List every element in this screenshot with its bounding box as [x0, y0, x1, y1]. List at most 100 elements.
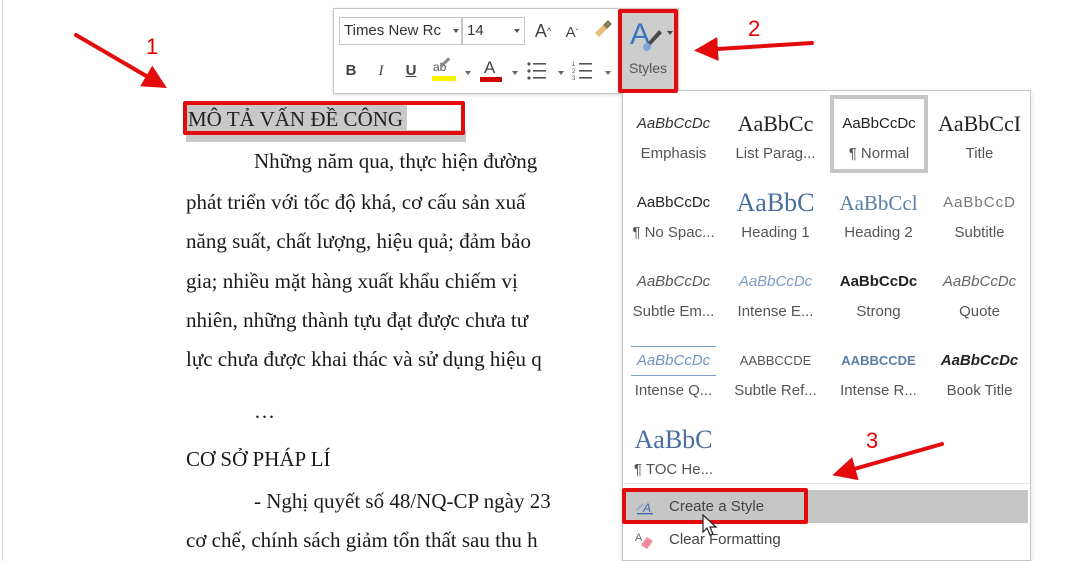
- style-preview: AaBbCcDc: [738, 273, 813, 290]
- style-preview: AaBbCcI: [937, 111, 1022, 136]
- style-book-title[interactable]: AaBbCcDc Book Title: [931, 332, 1028, 407]
- style-preview: AaBbCcDc: [636, 115, 711, 132]
- legal-line: - Nghị quyết số 48/NQ-CP ngày 23: [254, 489, 551, 513]
- bold-button[interactable]: B: [342, 61, 360, 81]
- svg-text:1: 1: [572, 62, 576, 68]
- chevron-down-icon[interactable]: [465, 71, 471, 75]
- style-toc-heading[interactable]: AaBbC ¶ TOC He...: [625, 411, 722, 486]
- style-heading-1[interactable]: AaBbC Heading 1: [727, 174, 824, 249]
- shrink-font-button[interactable]: Aˇ: [561, 23, 583, 43]
- style-intense-quote[interactable]: AaBbCcDc Intense Q...: [625, 332, 722, 407]
- highlight-button[interactable]: ab: [431, 57, 457, 83]
- style-name: Intense Q...: [634, 382, 713, 399]
- style-name: List Parag...: [735, 145, 816, 162]
- paragraph-line: nhiên, những thành tựu đạt được chưa tư: [186, 308, 529, 332]
- svg-text:2: 2: [572, 69, 576, 75]
- font-color-swatch: [480, 77, 502, 82]
- annotation-number-2: 2: [748, 16, 761, 41]
- style-intense-reference[interactable]: AABBCCDE Intense R...: [830, 332, 927, 407]
- style-preview: AaBbC: [736, 188, 815, 217]
- annotation-box-styles: [618, 9, 678, 93]
- page-left-border: [2, 0, 3, 561]
- chevron-down-icon[interactable]: [605, 71, 611, 75]
- clear-formatting-label: Clear Formatting: [669, 531, 781, 548]
- style-name: Title: [965, 145, 994, 162]
- italic-button[interactable]: I: [372, 61, 390, 81]
- style-name: Book Title: [946, 382, 1013, 399]
- style-preview: AaBbCcl: [839, 191, 918, 215]
- format-painter-button[interactable]: [590, 19, 614, 43]
- chevron-down-icon[interactable]: [514, 29, 520, 33]
- legal-line: cơ chế, chính sách giảm tổn thất sau thu…: [186, 528, 538, 552]
- grow-font-button[interactable]: A^: [532, 21, 554, 41]
- quote-rule-bottom: [631, 375, 716, 376]
- style-preview: AaBbCcDc: [636, 273, 711, 290]
- chevron-down-icon[interactable]: [512, 71, 518, 75]
- style-preview: AaBbCcDc: [839, 273, 918, 290]
- paragraph-line: gia; nhiều mặt hàng xuất khẩu chiếm vị: [186, 269, 518, 293]
- style-list-paragraph[interactable]: AaBbCc List Parag...: [727, 95, 824, 170]
- style-preview: AABBCCDE: [739, 353, 812, 368]
- style-name: Emphasis: [640, 145, 707, 162]
- clear-formatting-icon: A: [635, 532, 653, 549]
- font-color-icon: A: [484, 58, 496, 77]
- paragraph-line: lực chưa được khai thác và sử dụng hiệu …: [186, 347, 542, 371]
- style-name: Heading 2: [844, 224, 913, 241]
- style-subtle-reference[interactable]: AABBCCDE Subtle Ref...: [727, 332, 824, 407]
- svg-text:3: 3: [572, 76, 576, 82]
- highlight-color-swatch: [432, 76, 456, 81]
- style-preview: AaBbCc: [737, 111, 814, 136]
- style-name: ¶ No Spac...: [632, 224, 715, 241]
- style-title[interactable]: AaBbCcI Title: [931, 95, 1028, 170]
- style-name: ¶ Normal: [848, 145, 910, 162]
- font-color-button[interactable]: A: [479, 57, 503, 83]
- style-name: Intense E...: [737, 303, 814, 320]
- bullets-button[interactable]: [526, 59, 548, 83]
- style-strong[interactable]: AaBbCcDc Strong: [830, 253, 927, 328]
- style-preview: AaBbCcDc: [940, 352, 1019, 369]
- style-normal[interactable]: AaBbCcDc ¶ Normal: [830, 95, 928, 173]
- style-intense-emphasis[interactable]: AaBbCcDc Intense E...: [727, 253, 824, 328]
- style-name: Subtle Ref...: [734, 382, 817, 399]
- clear-formatting-menu-item[interactable]: A Clear Formatting: [625, 523, 1028, 556]
- style-preview: AaBbC: [634, 425, 713, 454]
- svg-text:A: A: [635, 532, 643, 544]
- style-no-spacing[interactable]: AaBbCcDc ¶ No Spac...: [625, 174, 722, 249]
- font-name-value: Times New Rc: [344, 22, 441, 39]
- annotation-number-3: 3: [866, 428, 879, 453]
- mouse-cursor-icon: [702, 514, 718, 536]
- grow-font-icon: A: [534, 21, 547, 41]
- style-preview: AaBbCcD: [943, 194, 1016, 211]
- bullet-list-icon: [527, 62, 546, 80]
- paragraph-line: năng suất, chất lượng, hiệu quả; đảm bảo: [186, 229, 531, 253]
- gallery-separator: [623, 483, 1030, 484]
- style-preview: AaBbCcDc: [942, 273, 1017, 290]
- style-subtle-emphasis[interactable]: AaBbCcDc Subtle Em...: [625, 253, 722, 328]
- font-name-combobox[interactable]: Times New Rc: [339, 17, 462, 45]
- annotation-number-1: 1: [146, 34, 159, 59]
- font-size-combobox[interactable]: 14: [462, 17, 525, 45]
- style-name: Subtitle: [954, 224, 1005, 241]
- style-name: Subtle Em...: [632, 303, 715, 320]
- underline-button[interactable]: U: [402, 61, 420, 81]
- style-name: Quote: [959, 303, 1000, 320]
- format-painter-icon: [595, 20, 612, 37]
- style-name: Strong: [856, 303, 901, 320]
- style-subtitle[interactable]: AaBbCcD Subtitle: [931, 174, 1028, 249]
- style-name: Heading 1: [741, 224, 810, 241]
- shrink-font-icon: A: [565, 24, 576, 41]
- font-size-value: 14: [467, 22, 484, 39]
- style-heading-2[interactable]: AaBbCcl Heading 2: [830, 174, 927, 249]
- numbering-button[interactable]: 1 2 3: [572, 59, 594, 83]
- paragraph-line: Những năm qua, thực hiện đường: [254, 149, 538, 173]
- chevron-down-icon[interactable]: [558, 71, 564, 75]
- style-preview: AaBbCcDc: [636, 352, 711, 369]
- style-quote[interactable]: AaBbCcDc Quote: [931, 253, 1028, 328]
- style-preview: AABBCCDE: [841, 353, 916, 368]
- arrow-2: [694, 37, 814, 61]
- paragraph-line: phát triển với tốc độ khá, cơ cấu sản xu…: [186, 190, 526, 214]
- ellipsis: …: [254, 399, 275, 423]
- chevron-down-icon[interactable]: [453, 29, 459, 33]
- style-emphasis[interactable]: AaBbCcDc Emphasis: [625, 95, 722, 170]
- style-name: ¶ TOC He...: [633, 461, 714, 478]
